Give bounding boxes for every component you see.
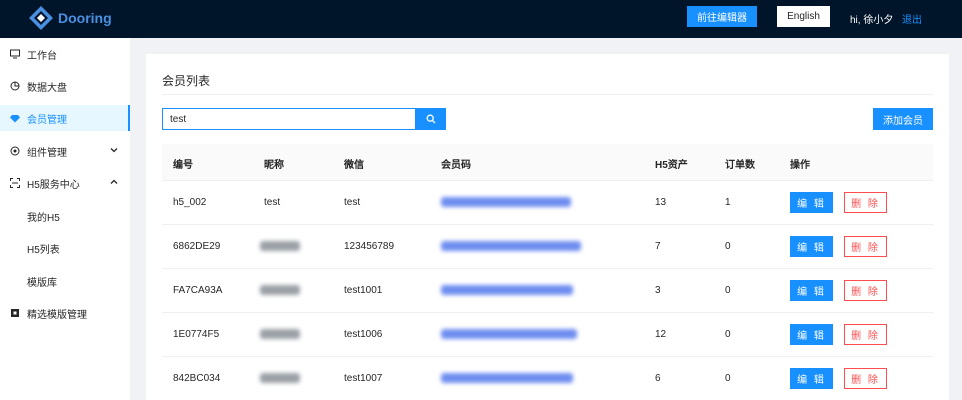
cell-member-code-redacted — [441, 285, 573, 295]
table-row: h5_002 test test 13 1 编 辑删 除 — [162, 181, 933, 225]
cell-member-code-redacted — [441, 197, 571, 207]
edit-button[interactable]: 编 辑 — [790, 192, 833, 213]
column-header-wechat: 微信 — [344, 160, 364, 171]
edit-button[interactable]: 编 辑 — [790, 368, 833, 389]
block-icon — [10, 146, 20, 156]
cell-id: h5_002 — [173, 197, 207, 208]
table-header: 编号 昵称 微信 会员码 H5资产 订单数 操作 — [162, 144, 933, 181]
column-header-orders: 订单数 — [725, 160, 755, 171]
sidebar-item-h5-service[interactable]: H5服务中心 — [0, 170, 130, 196]
cell-member-code-redacted — [441, 329, 577, 339]
sidebar-item-dashboard[interactable]: 数据大盘 — [0, 73, 130, 99]
sidebar-item-label: 工作台 — [27, 50, 57, 62]
sidebar-item-label: 组件管理 — [27, 147, 67, 159]
table-row: 6862DE29 123456789 7 0 编 辑删 除 — [162, 225, 933, 269]
sidebar-item-workbench[interactable]: 工作台 — [0, 41, 130, 67]
cell-orders: 0 — [725, 285, 731, 296]
cell-id: 6862DE29 — [173, 241, 221, 252]
cell-id: FA7CA93A — [173, 285, 223, 296]
cell-wechat: test1007 — [344, 373, 383, 384]
cell-h5-assets: 12 — [655, 329, 667, 340]
sidebar-subitem-label: 模版库 — [27, 277, 57, 289]
cell-h5-assets: 3 — [655, 285, 661, 296]
sidebar-subitem-template-library[interactable]: 模版库 — [0, 268, 130, 294]
edit-button[interactable]: 编 辑 — [790, 280, 833, 301]
delete-button[interactable]: 删 除 — [844, 324, 887, 345]
logo[interactable]: Dooring — [28, 5, 112, 31]
delete-button[interactable]: 删 除 — [844, 192, 887, 213]
cell-nickname-redacted — [260, 329, 300, 339]
table-row: 1E0774F5 test1006 12 0 编 辑删 除 — [162, 313, 933, 357]
desktop-icon — [10, 49, 20, 59]
column-header-id: 编号 — [173, 160, 193, 171]
delete-button[interactable]: 删 除 — [844, 236, 887, 257]
cell-id: 1E0774F5 — [173, 329, 220, 340]
cell-id: 842BC034 — [173, 373, 221, 384]
open-editor-button[interactable]: 前往编辑器 — [687, 6, 757, 27]
cell-nickname: test — [264, 197, 281, 208]
delete-button[interactable]: 删 除 — [844, 280, 887, 301]
logout-link[interactable]: 退出 — [902, 11, 922, 26]
cell-nickname-redacted — [260, 241, 300, 251]
cell-orders: 0 — [725, 329, 731, 340]
sidebar-item-label: 会员管理 — [27, 114, 67, 126]
cell-orders: 0 — [725, 373, 731, 384]
sidebar-subitem-label: H5列表 — [27, 244, 60, 256]
cell-wechat: 123456789 — [344, 241, 395, 252]
logo-text: Dooring — [58, 10, 112, 26]
cell-orders: 1 — [725, 197, 731, 208]
cell-wechat: test1001 — [344, 285, 383, 296]
template-icon — [10, 308, 20, 318]
cell-orders: 0 — [725, 241, 731, 252]
pie-chart-icon — [10, 81, 20, 91]
sidebar-item-label: 数据大盘 — [27, 82, 67, 94]
delete-button[interactable]: 删 除 — [844, 368, 887, 389]
chevron-down-icon — [110, 148, 118, 153]
cell-member-code-redacted — [441, 241, 581, 251]
cell-h5-assets: 13 — [655, 197, 667, 208]
sidebar-item-members[interactable]: 会员管理 — [0, 105, 130, 131]
table-row: FA7CA93A test1001 3 0 编 辑删 除 — [162, 269, 933, 313]
edit-button[interactable]: 编 辑 — [790, 324, 833, 345]
column-header-member-code: 会员码 — [441, 160, 471, 171]
chevron-up-icon — [110, 179, 118, 184]
column-header-h5-assets: H5资产 — [655, 160, 688, 171]
cell-member-code-redacted — [441, 373, 573, 383]
logo-icon — [29, 6, 53, 30]
sidebar-item-label: H5服务中心 — [27, 179, 80, 191]
table-row: 842BC034 test1007 6 0 编 辑删 除 — [162, 357, 933, 400]
title-divider — [162, 94, 933, 95]
cell-nickname-redacted — [260, 373, 300, 383]
scan-icon — [10, 178, 20, 188]
sidebar-subitem-my-h5[interactable]: 我的H5 — [0, 203, 130, 229]
sidebar-item-featured-templates[interactable]: 精选模版管理 — [0, 300, 130, 326]
add-member-button[interactable]: 添加会员 — [873, 108, 933, 130]
search-input[interactable] — [162, 108, 416, 130]
page-title: 会员列表 — [162, 74, 211, 88]
cell-nickname-redacted — [260, 285, 300, 295]
cell-h5-assets: 6 — [655, 373, 661, 384]
cell-h5-assets: 7 — [655, 241, 661, 252]
cell-wechat: test1006 — [344, 329, 383, 340]
top-header: Dooring 前往编辑器 English hi, 徐小夕 退出 — [0, 0, 962, 38]
sidebar-item-components[interactable]: 组件管理 — [0, 138, 130, 164]
search-icon — [426, 114, 436, 124]
edit-button[interactable]: 编 辑 — [790, 236, 833, 257]
cell-wechat: test — [344, 197, 361, 208]
member-list-card: 会员列表 添加会员 编号 昵称 微信 会员码 H5资产 订单数 操作 h5_00… — [146, 54, 949, 400]
diamond-icon — [10, 113, 20, 123]
language-button[interactable]: English — [777, 6, 830, 27]
sidebar-subitem-label: 我的H5 — [27, 212, 60, 224]
user-greeting: hi, 徐小夕 — [850, 15, 894, 26]
column-header-nickname: 昵称 — [264, 160, 284, 171]
column-header-actions: 操作 — [790, 160, 810, 171]
search-button[interactable] — [416, 108, 446, 130]
sidebar-subitem-h5-list[interactable]: H5列表 — [0, 235, 130, 261]
sidebar-item-label: 精选模版管理 — [27, 309, 87, 321]
sidebar: 工作台 数据大盘 会员管理 组件管理 H5服务中心 我的H5 H5列表 模版库 — [0, 38, 130, 400]
